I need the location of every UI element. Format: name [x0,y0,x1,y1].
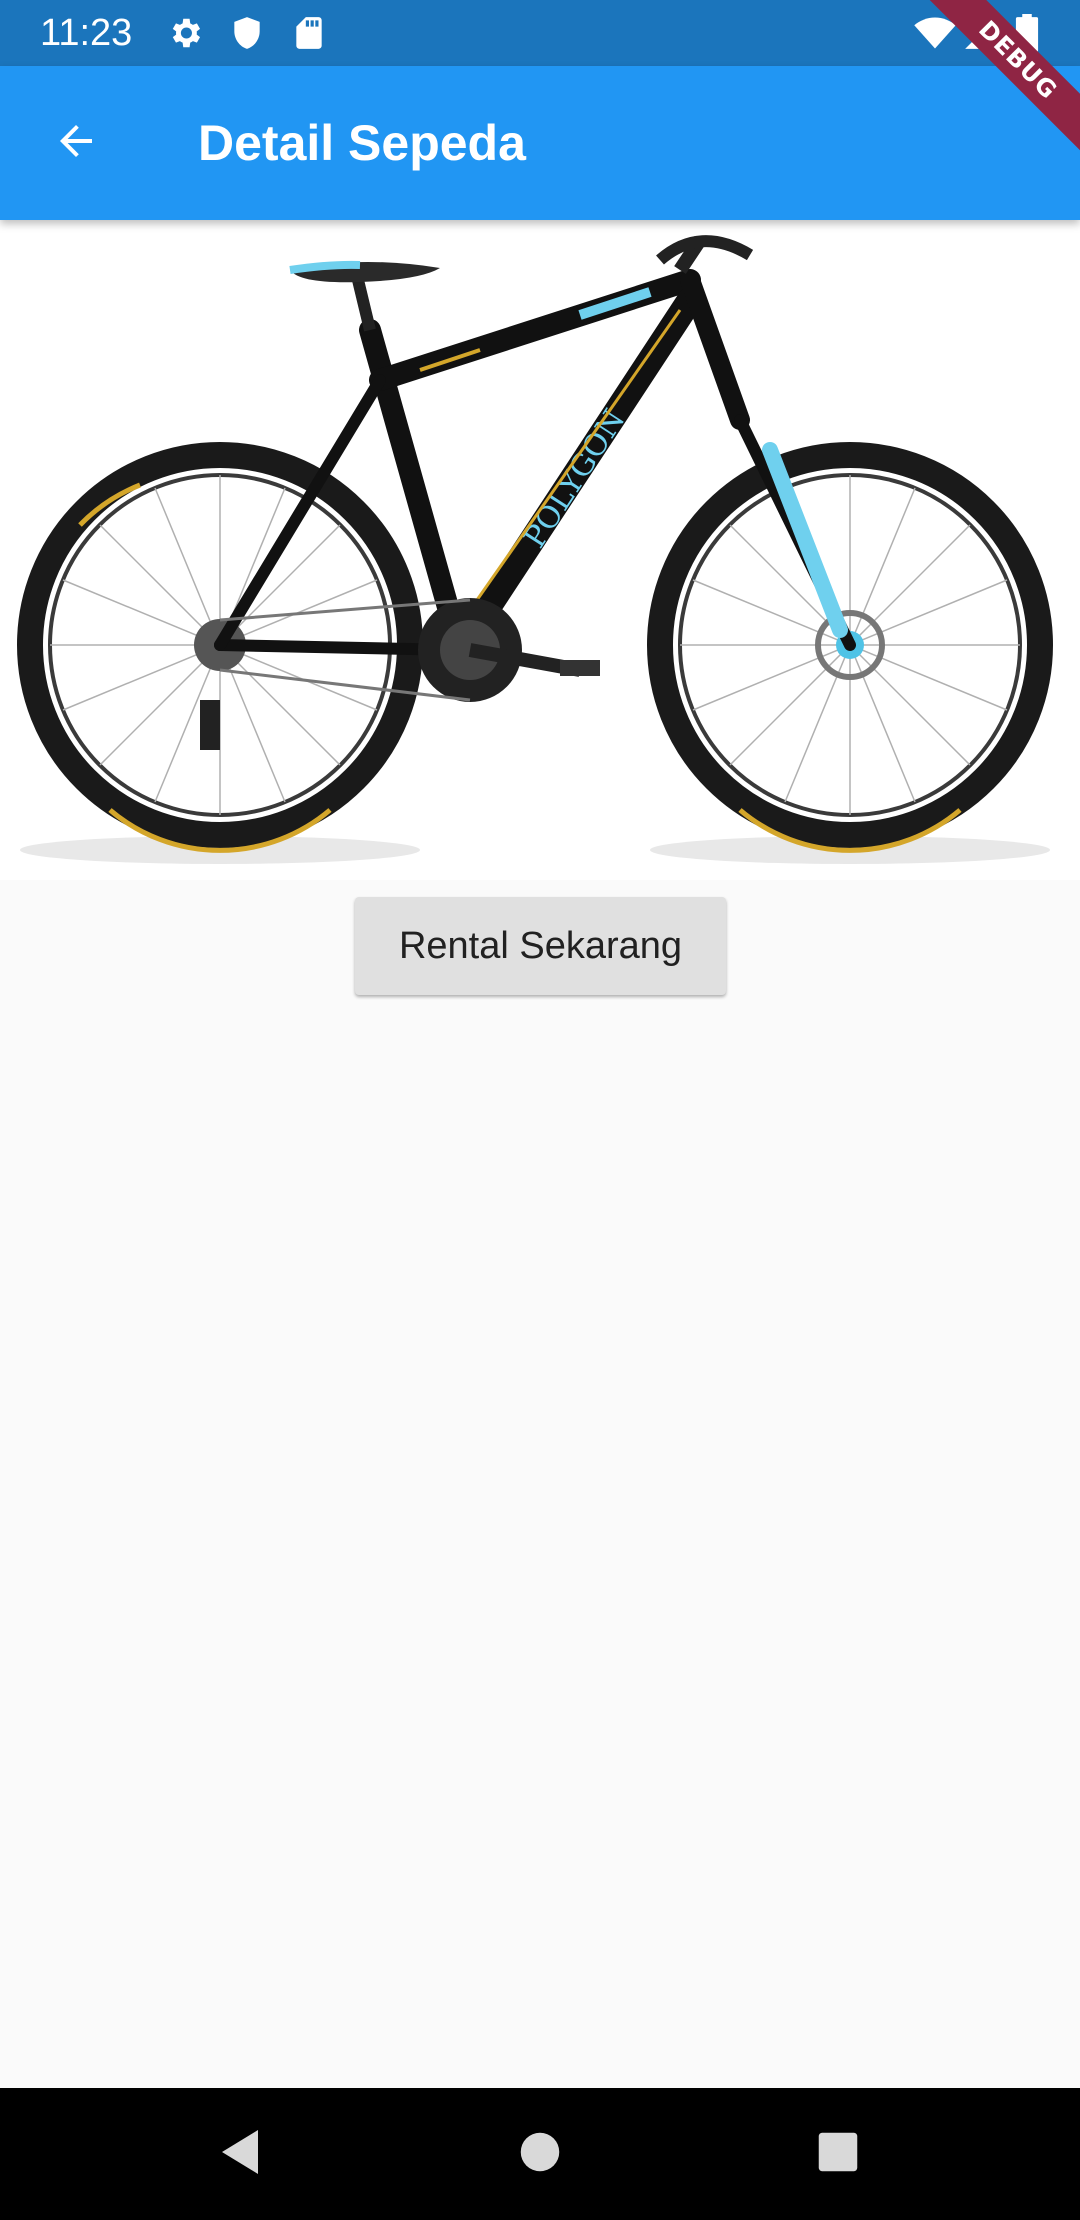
arrow-back-icon [52,117,100,170]
back-button[interactable] [36,103,116,183]
status-bar: 11:23 [0,0,1080,66]
back-triangle-icon [218,2128,262,2181]
gear-icon [166,14,204,52]
bike-brand-text: POLYGON [517,403,632,554]
nav-recents-button[interactable] [808,2124,868,2184]
nav-home-button[interactable] [510,2124,570,2184]
app-bar: Detail Sepeda [0,66,1080,220]
status-time: 11:23 [40,12,133,54]
page-title: Detail Sepeda [198,115,526,171]
screen: 11:23 DEBUG Detail Sepeda POLYGON Rental… [0,0,1080,2220]
battery-icon [1014,14,1052,52]
system-nav-bar [0,2088,1080,2220]
shield-icon [228,14,266,52]
recents-square-icon [817,2131,859,2178]
signal-icon [962,14,1000,52]
sd-card-icon [290,14,328,52]
home-circle-icon [519,2131,561,2178]
bike-image: POLYGON [0,220,1080,880]
bicycle-illustration: POLYGON [17,235,1053,864]
nav-back-button[interactable] [210,2124,270,2184]
wifi-icon [914,14,956,52]
rent-now-button[interactable]: Rental Sekarang [355,897,726,995]
